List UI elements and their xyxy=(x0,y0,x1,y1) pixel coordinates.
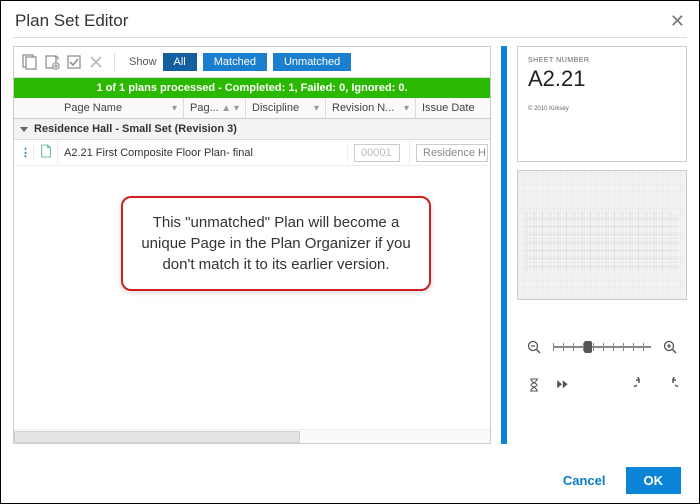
group-row[interactable]: Residence Hall - Small Set (Revision 3) xyxy=(14,119,490,140)
table-row[interactable]: ⋮⋮ A2.21 First Composite Floor Plan- fin… xyxy=(14,140,490,166)
toolbar: Show All Matched Unmatched xyxy=(14,47,490,78)
col-page-name[interactable]: Page Name ▾ xyxy=(58,98,184,118)
delete-icon[interactable] xyxy=(88,54,104,70)
cell-page-name: A2.21 First Composite Floor Plan- final xyxy=(58,144,348,162)
horizontal-scrollbar[interactable] xyxy=(14,429,490,443)
sheet-number-label: SHEET NUMBER xyxy=(528,57,676,64)
filter-icon[interactable]: ▾ xyxy=(314,103,319,114)
chevron-down-icon xyxy=(20,127,28,132)
divider xyxy=(13,37,687,38)
filter-matched-button[interactable]: Matched xyxy=(203,53,267,71)
cell-discipline[interactable]: Residence H xyxy=(410,141,490,165)
annotation-callout: This "unmatched" Plan will become a uniq… xyxy=(121,196,431,291)
sheet-number-value: A2.21 xyxy=(528,66,676,92)
scrollbar-thumb[interactable] xyxy=(14,431,300,443)
col-page-no[interactable]: Pag... ▲ ▾ xyxy=(184,98,246,118)
cell-page-no[interactable]: 00001 xyxy=(348,141,410,165)
col-expand xyxy=(14,98,34,118)
column-headers: Page Name ▾ Pag... ▲ ▾ Discipline ▾ Revi… xyxy=(14,98,490,119)
status-bar: 1 of 1 plans processed - Completed: 1, F… xyxy=(14,78,490,98)
filter-icon[interactable]: ▾ xyxy=(172,103,177,114)
sort-icon[interactable]: ▲ ▾ xyxy=(221,103,239,114)
redo-icon[interactable] xyxy=(661,376,679,394)
group-label: Residence Hall - Small Set (Revision 3) xyxy=(34,123,237,135)
copyright-text: © 2010 Kirksey xyxy=(528,106,676,112)
col-page-no-label: Pag... xyxy=(190,102,219,114)
col-revision-label: Revision N... xyxy=(332,102,394,114)
col-icon xyxy=(34,98,58,118)
preview-tools xyxy=(517,376,687,394)
col-revision[interactable]: Revision N... ▾ xyxy=(326,98,416,118)
floorplan-thumbnail[interactable] xyxy=(517,170,687,300)
zoom-controls xyxy=(517,338,687,356)
cancel-button[interactable]: Cancel xyxy=(557,472,612,489)
close-icon[interactable]: ✕ xyxy=(670,12,685,30)
filter-unmatched-button[interactable]: Unmatched xyxy=(273,53,351,71)
show-label: Show xyxy=(129,56,157,68)
filter-icon[interactable]: ▾ xyxy=(404,103,409,114)
col-page-name-label: Page Name xyxy=(64,102,122,114)
col-discipline[interactable]: Discipline ▾ xyxy=(246,98,326,118)
dialog-title: Plan Set Editor xyxy=(15,11,128,31)
dialog-footer: Cancel OK xyxy=(1,461,699,494)
sheet-info-card: SHEET NUMBER A2.21 © 2010 Kirksey xyxy=(517,46,687,162)
col-issue-date-label: Issue Date xyxy=(422,102,475,114)
skip-icon[interactable] xyxy=(553,376,571,394)
col-issue-date[interactable]: Issue Date xyxy=(416,98,490,118)
sheets-icon[interactable] xyxy=(22,54,38,70)
zoom-out-icon[interactable] xyxy=(525,338,543,356)
vertical-splitter[interactable] xyxy=(501,46,507,444)
zoom-in-icon[interactable] xyxy=(661,338,679,356)
check-sheet-icon[interactable] xyxy=(66,54,82,70)
discipline-input[interactable]: Residence H xyxy=(416,144,488,162)
zoom-slider[interactable] xyxy=(553,340,651,354)
page-no-input[interactable]: 00001 xyxy=(354,144,400,162)
hourglass-icon[interactable] xyxy=(525,376,543,394)
drag-handle-icon[interactable]: ⋮⋮ xyxy=(14,143,34,162)
filter-all-button[interactable]: All xyxy=(163,53,197,71)
undo-icon[interactable] xyxy=(633,376,651,394)
preview-pane: SHEET NUMBER A2.21 © 2010 Kirksey xyxy=(517,46,687,444)
document-icon xyxy=(34,141,58,164)
col-discipline-label: Discipline xyxy=(252,102,299,114)
add-sheet-icon[interactable] xyxy=(44,54,60,70)
ok-button[interactable]: OK xyxy=(626,467,682,494)
toolbar-separator xyxy=(114,53,115,71)
